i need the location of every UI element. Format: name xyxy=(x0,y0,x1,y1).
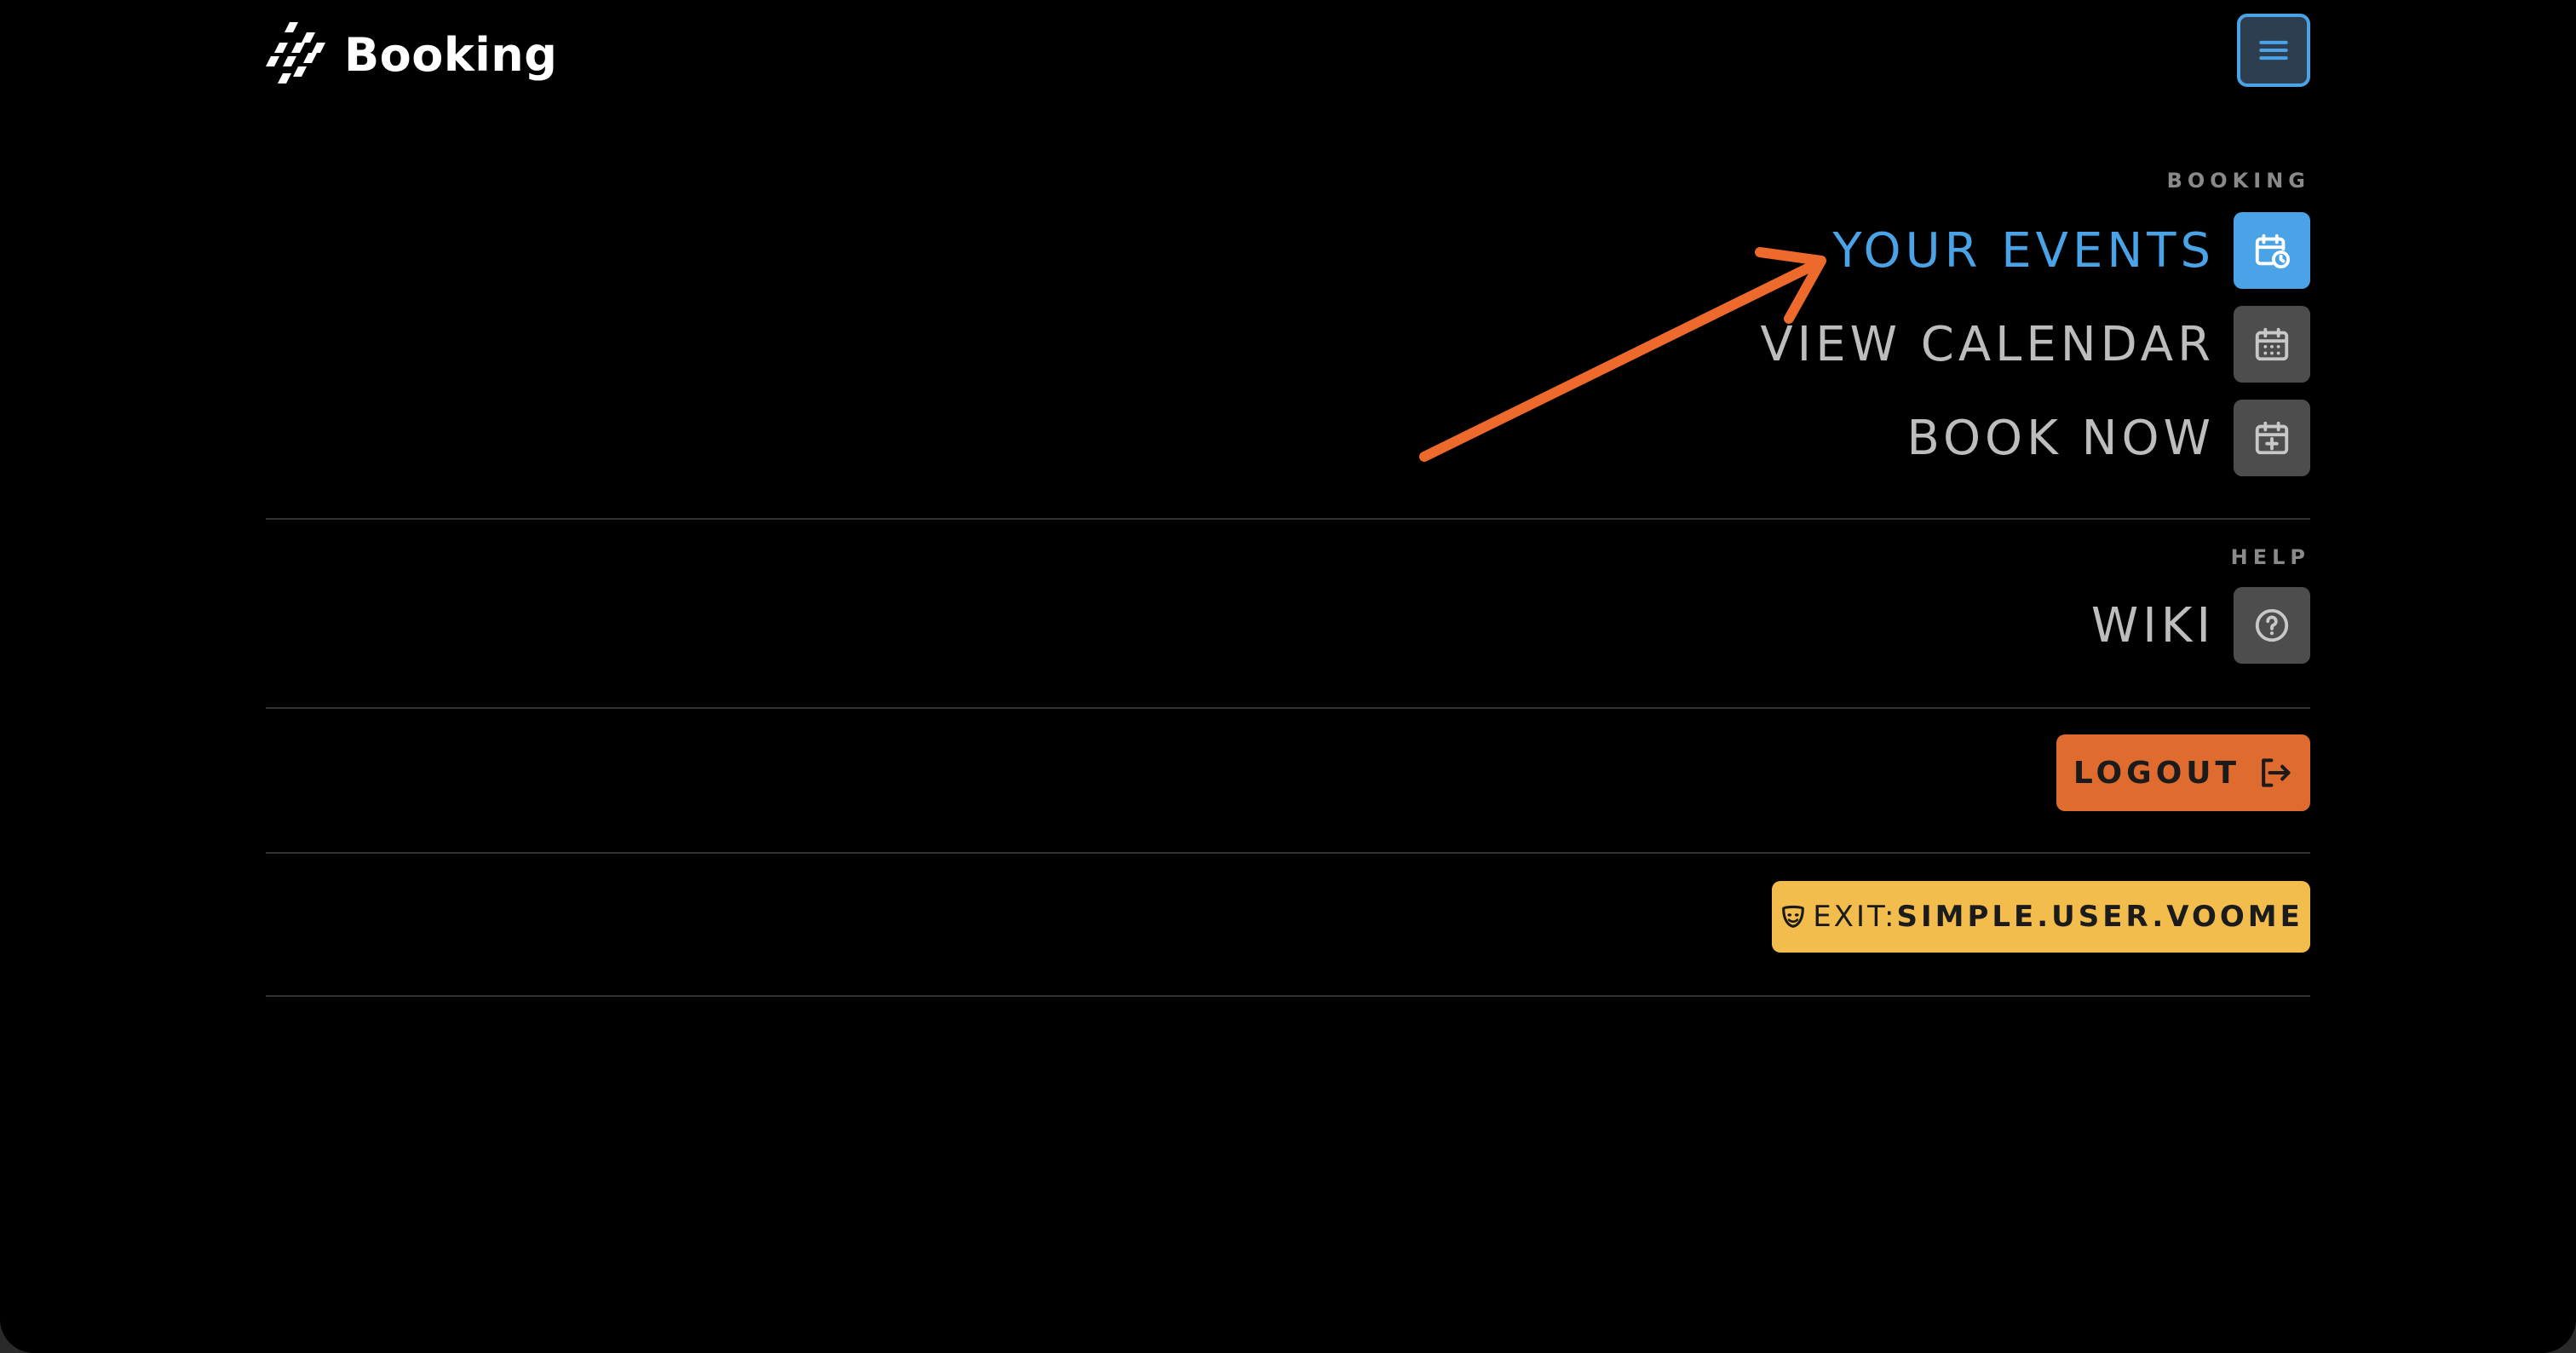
impersonated-username: SIMPLE.USER.VOOME xyxy=(1896,900,2303,934)
nav-icon-box xyxy=(2234,306,2310,383)
exit-impersonation-button[interactable]: EXIT: SIMPLE.USER.VOOME xyxy=(1772,881,2310,953)
calendar-clock-icon xyxy=(2255,233,2291,269)
calendar-plus-icon xyxy=(2255,421,2289,455)
nav-item-label: BOOK NOW xyxy=(1906,410,2215,466)
nav-item-book-now[interactable]: BOOK NOW xyxy=(1907,399,2310,477)
checkered-flag-logo-icon xyxy=(266,22,325,83)
logout-button[interactable]: LOGOUT xyxy=(2056,734,2310,811)
nav-icon-box xyxy=(2234,400,2310,476)
nav-item-your-events[interactable]: YOUR EVENTS xyxy=(1832,211,2310,290)
calendar-grid-icon xyxy=(2255,327,2289,361)
annotation-arrow-icon xyxy=(1419,247,1826,462)
app-frame: Booking BOOKING YOUR EVENTS VIEW CALENDA… xyxy=(0,0,2576,1353)
logout-label: LOGOUT xyxy=(2073,755,2241,791)
question-circle-icon xyxy=(2255,608,2289,642)
section-label-booking: BOOKING xyxy=(2166,169,2310,193)
nav-icon-box xyxy=(2234,587,2310,664)
section-divider xyxy=(266,995,2310,997)
menu-toggle-button[interactable] xyxy=(2237,14,2310,87)
section-divider xyxy=(266,518,2310,520)
brand-link[interactable]: Booking xyxy=(266,14,557,95)
exit-prefix-label: EXIT: xyxy=(1813,900,1897,934)
brand-name: Booking xyxy=(344,27,558,82)
nav-item-label: WIKI xyxy=(2090,597,2215,653)
logout-icon xyxy=(2262,758,2291,787)
nav-item-label: VIEW CALENDAR xyxy=(1760,316,2215,372)
nav-item-wiki[interactable]: WIKI xyxy=(2091,586,2310,665)
hamburger-menu-icon xyxy=(2259,40,2288,60)
section-divider xyxy=(266,852,2310,854)
nav-item-label: YOUR EVENTS xyxy=(1832,222,2215,279)
mask-icon xyxy=(1782,905,1805,928)
nav-icon-box xyxy=(2234,212,2310,289)
section-divider xyxy=(266,707,2310,709)
nav-item-view-calendar[interactable]: VIEW CALENDAR xyxy=(1760,305,2310,383)
section-label-help: HELP xyxy=(2230,545,2310,569)
